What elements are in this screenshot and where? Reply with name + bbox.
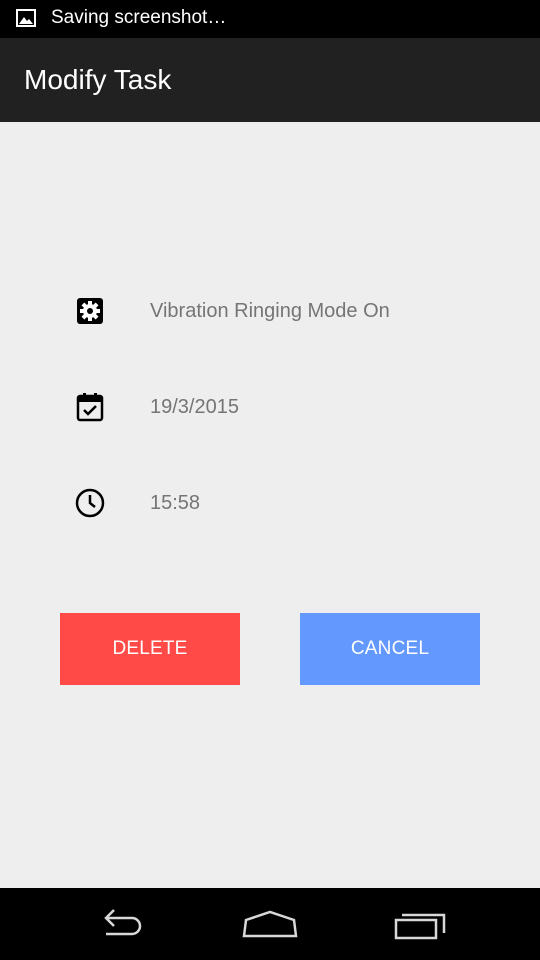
app-bar: Modify Task [0,38,540,122]
back-icon[interactable] [88,906,152,942]
delete-button[interactable]: DELETE [60,613,240,685]
status-bar: Saving screenshot… [0,0,540,38]
calendar-check-icon [76,393,104,422]
clock-icon [75,488,105,518]
mode-row[interactable]: Vibration Ringing Mode On [0,289,540,333]
settings-icon [77,298,103,324]
recents-icon[interactable] [388,906,452,942]
mode-label: Vibration Ringing Mode On [150,300,390,322]
page-title: Modify Task [24,64,172,95]
date-label: 19/3/2015 [150,396,239,418]
navigation-bar [0,888,540,960]
date-row[interactable]: 19/3/2015 [0,385,540,429]
task-details: Vibration Ringing Mode On 19/3/2015 15:5… [0,122,540,888]
status-text: Saving screenshot… [51,7,227,28]
home-icon[interactable] [238,906,302,942]
time-label: 15:58 [150,492,201,514]
time-row[interactable]: 15:58 [0,481,540,525]
image-icon [16,9,36,27]
cancel-button[interactable]: CANCEL [300,613,480,685]
